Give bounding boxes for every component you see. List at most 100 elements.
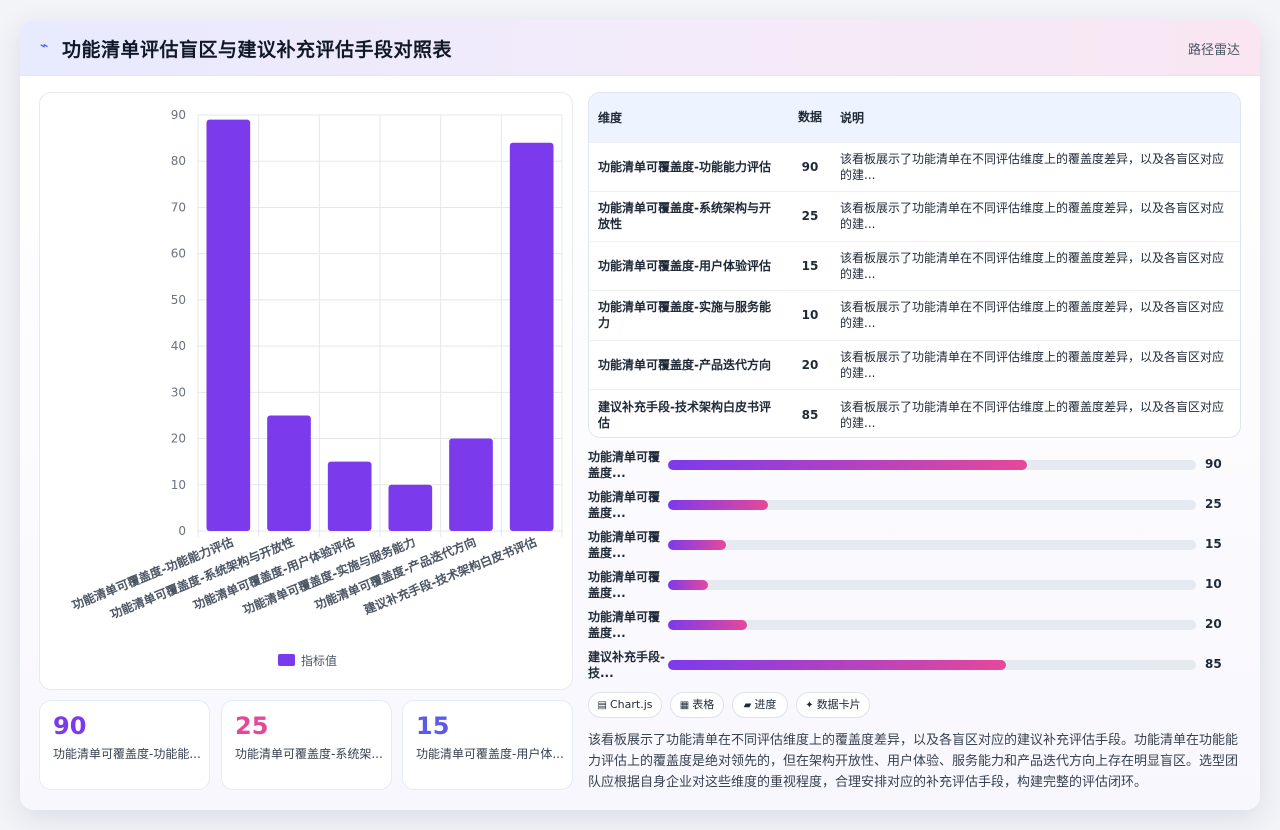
progress-track [668,540,1196,550]
progress-row: 功能清单可覆盖度... 90 [588,447,1241,483]
progress-label: 功能清单可覆盖度... [588,530,661,560]
cell-dimension: 功能清单可覆盖度-系统架构与开放性 [589,191,789,241]
stat-card-1: 90 功能清单可覆盖度-功能能... [39,700,210,790]
cell-value: 15 [789,240,831,291]
y-tick-label: 40 [171,339,186,353]
y-tick-label: 50 [171,293,186,307]
route-radar-link[interactable]: 路径雷达 [1188,39,1240,58]
tag-chartjs[interactable]: ▤ Chart.js [588,692,662,718]
progress-track [668,500,1196,510]
bar [267,415,311,531]
y-tick-label: 20 [171,432,186,446]
cell-dimension: 建议补充手段-技术架构白皮书评估 [589,389,789,437]
progress-fill [668,620,748,630]
progress-icon: ▰ [743,700,752,711]
progress-track [668,620,1196,630]
table-row: 功能清单可覆盖度-功能能力评估 90 该看板展示了功能清单在不同评估维度上的覆盖… [589,141,1240,192]
tag-table[interactable]: ▦ 表格 [670,692,724,718]
cell-value: 10 [789,290,831,340]
tag-label: 数据卡片 [816,698,861,711]
tag-progress[interactable]: ▰ 进度 [732,692,788,718]
table-row: 功能清单可覆盖度-实施与服务能力 10 该看板展示了功能清单在不同评估维度上的覆… [589,290,1240,340]
chart-icon: ▤ [597,700,607,711]
progress-value: 20 [1205,617,1222,631]
progress-value: 15 [1205,537,1222,551]
stat-value: 90 [53,712,87,740]
bar [327,461,372,531]
cell-value: 25 [789,191,831,241]
bar-chart: 0102030405060708090功能清单可覆盖度-功能能力评估功能清单可覆… [69,108,563,668]
table-row: 建议补充手段-技术架构白皮书评估 85 该看板展示了功能清单在不同评估维度上的覆… [589,389,1240,437]
stat-label: 功能清单可覆盖度-系统架... [235,747,383,761]
y-tick-label: 10 [171,478,186,492]
y-tick-label: 30 [171,385,186,399]
progress-value: 85 [1205,657,1222,671]
progress-track [668,580,1196,590]
cell-description: 该看板展示了功能清单在不同评估维度上的覆盖度差异，以及各盲区对应的建... [831,290,1240,340]
progress-fill [668,460,1028,470]
y-tick-label: 60 [171,247,186,261]
legend-label: 指标值 [301,653,337,668]
route-icon: ⌁ [40,38,49,54]
bar [449,438,493,531]
header-bar: ⌁ 功能清单评估盲区与建议补充评估手段对照表 路径雷达 [20,20,1260,76]
cell-description: 该看板展示了功能清单在不同评估维度上的覆盖度差异，以及各盲区对应的建... [831,339,1240,390]
table-header-row: 维度 数据 说明 [589,93,1240,142]
stat-label: 功能清单可覆盖度-功能能... [53,747,201,761]
legend-swatch [278,654,295,666]
y-tick-label: 0 [178,524,186,538]
column-header-data: 数据 [798,109,823,124]
progress-label: 功能清单可覆盖度... [588,490,661,520]
table-row: 功能清单可覆盖度-用户体验评估 15 该看板展示了功能清单在不同评估维度上的覆盖… [589,240,1240,291]
progress-fill [668,540,727,550]
progress-label: 建议补充手段-技... [588,650,665,680]
summary-text: 该看板展示了功能清单在不同评估维度上的覆盖度差异，以及各盲区对应的建议补充评估手… [588,733,1239,790]
progress-label: 功能清单可覆盖度... [588,570,661,600]
dashboard-card: ⌁ 功能清单评估盲区与建议补充评估手段对照表 路径雷达 0 10 20 30 40 50 6… [20,20,1260,810]
progress-row: 功能清单可覆盖度... 10 [588,567,1241,603]
progress-label: 功能清单可覆盖度... [588,450,661,480]
y-tick-label: 90 [171,108,186,122]
progress-track [668,660,1196,670]
cell-description: 该看板展示了功能清单在不同评估维度上的覆盖度差异，以及各盲区对应的建... [831,240,1240,291]
cell-description: 该看板展示了功能清单在不同评估维度上的覆盖度差异，以及各盲区对应的建... [831,141,1240,192]
y-tick-label: 80 [171,154,186,168]
progress-label: 功能清单可覆盖度... [588,610,661,640]
bar [388,484,433,531]
cell-description: 该看板展示了功能清单在不同评估维度上的覆盖度差异，以及各盲区对应的建... [831,389,1240,437]
progress-fill [668,500,769,510]
table-row: 功能清单可覆盖度-系统架构与开放性 25 该看板展示了功能清单在不同评估维度上的… [589,191,1240,241]
progress-value: 90 [1205,457,1222,471]
cell-value: 20 [789,339,831,390]
progress-value: 25 [1205,497,1222,511]
table-icon: ▦ [679,700,690,711]
cell-dimension: 功能清单可覆盖度-功能能力评估 [589,141,789,192]
stat-value: 25 [235,712,269,740]
progress-row: 功能清单可覆盖度... 15 [588,527,1241,563]
progress-row: 建议补充手段-技... 85 [588,647,1241,683]
progress-value: 10 [1205,577,1222,591]
bar [509,142,554,531]
y-tick-label: 70 [171,200,186,214]
stat-card-2: 25 功能清单可覆盖度-系统架... [221,700,392,790]
progress-fill [668,580,708,590]
bar-chart-panel: 0 10 20 30 40 50 60 70 80 90 功能清单可覆盖度-功能能力评估 功能清单可覆… [39,92,573,690]
stat-card-3: 15 功能清单可覆盖度-用户体... [402,700,573,790]
tag-label: Chart.js [609,698,653,711]
table-row: 功能清单可覆盖度-产品迭代方向 20 该看板展示了功能清单在不同评估维度上的覆盖… [589,339,1240,390]
cell-description: 该看板展示了功能清单在不同评估维度上的覆盖度差异，以及各盲区对应的建... [831,191,1240,241]
bar [206,119,251,531]
cell-dimension: 功能清单可覆盖度-产品迭代方向 [589,339,789,390]
cell-dimension: 功能清单可覆盖度-实施与服务能力 [589,290,789,340]
progress-track [668,460,1196,470]
cell-value: 85 [789,389,831,437]
stat-value: 15 [416,712,450,740]
column-header-description: 说明 [840,110,865,125]
progress-row: 功能清单可覆盖度... 25 [588,487,1241,523]
progress-row: 功能清单可覆盖度... 20 [588,607,1241,643]
column-header-dimension: 维度 [598,110,623,125]
sparkle-icon: ✦ [805,700,814,711]
cell-dimension: 功能清单可覆盖度-用户体验评估 [589,240,789,291]
tag-label: 进度 [754,698,777,711]
tag-data-card[interactable]: ✦ 数据卡片 [796,692,870,718]
